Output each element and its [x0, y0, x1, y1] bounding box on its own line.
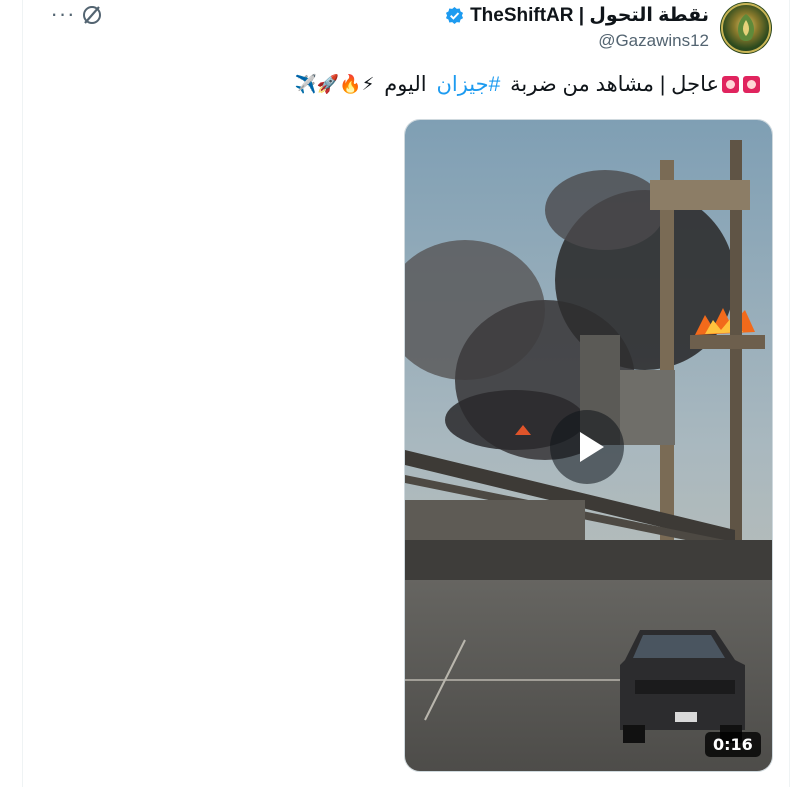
play-icon[interactable]: [550, 410, 624, 484]
hashtag-link[interactable]: #جيزان: [436, 72, 500, 97]
video-player[interactable]: 0:16: [404, 119, 773, 772]
author-display-name[interactable]: TheShiftAR | نقطة التحول: [470, 4, 709, 27]
tweet-card[interactable]: ··· TheShiftAR | نقطة التحول @Gazawins12…: [22, 0, 790, 787]
verified-badge-icon: [445, 6, 464, 25]
trailing-emojis: ⚡🔥🚀✈️: [294, 74, 375, 95]
author-handle[interactable]: @Gazawins12: [598, 31, 709, 51]
siren-emoji-icon: [722, 76, 739, 93]
tweet-text: عاجل | مشاهد من ضربة #جيزان اليوم ⚡🔥🚀✈️: [294, 72, 761, 97]
grok-icon[interactable]: [81, 4, 103, 26]
tweet-text-suffix: اليوم: [384, 73, 427, 96]
siren-emoji-icon: [743, 76, 760, 93]
more-options-icon[interactable]: ···: [47, 0, 79, 28]
video-duration-badge: 0:16: [705, 732, 761, 757]
tweet-text-prefix: عاجل | مشاهد من ضربة: [510, 73, 719, 96]
author-name-row[interactable]: TheShiftAR | نقطة التحول: [445, 4, 709, 27]
avatar[interactable]: [720, 2, 772, 54]
